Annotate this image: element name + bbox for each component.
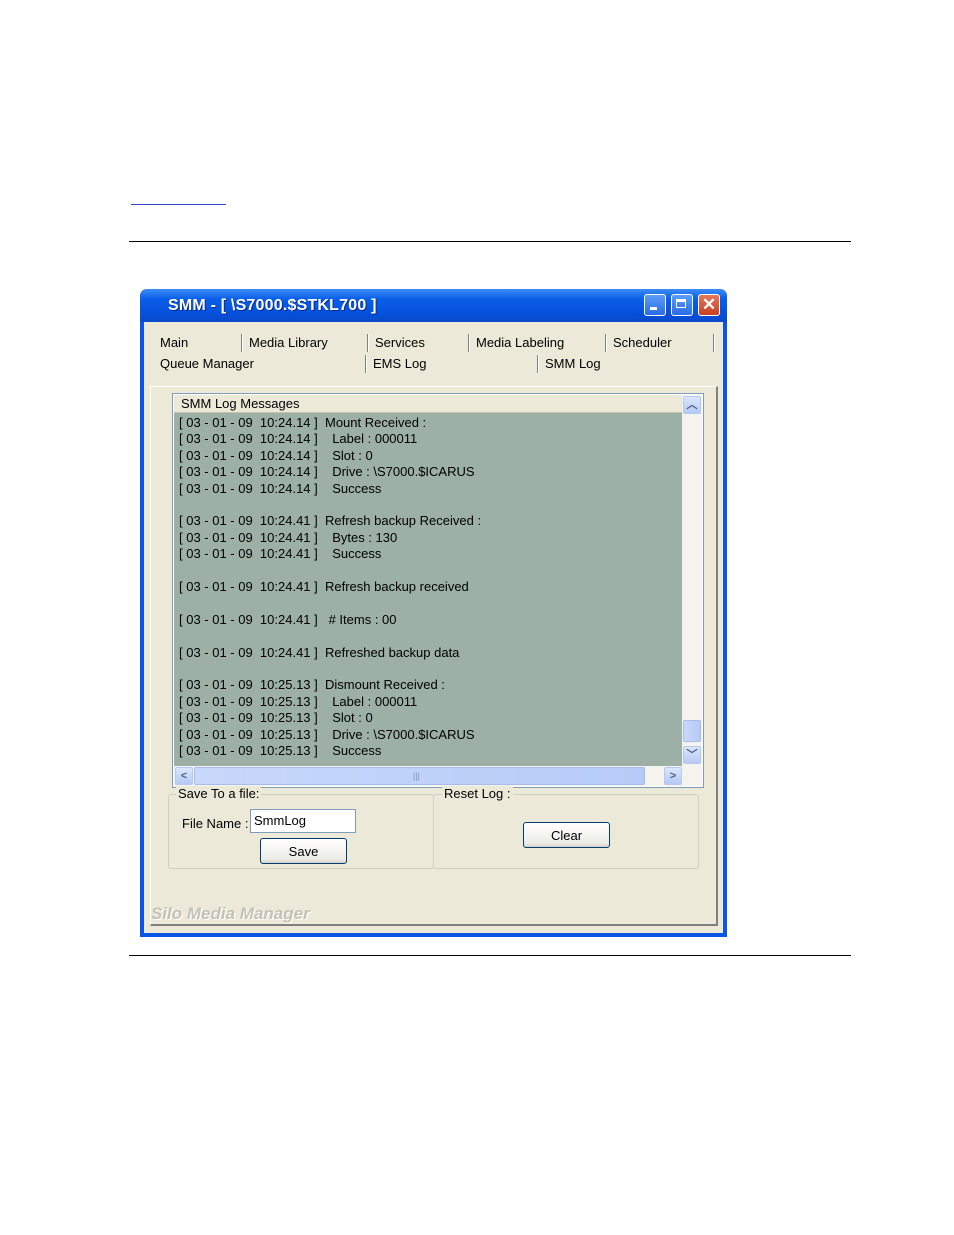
clear-button[interactable]: Clear xyxy=(523,822,610,848)
tab-media-library[interactable]: Media Library xyxy=(249,333,328,353)
scroll-down-icon[interactable]: ﹀ xyxy=(683,746,701,764)
grip-icon: ||| xyxy=(413,771,421,781)
horizontal-scroll-thumb[interactable]: ||| xyxy=(194,767,645,785)
tab-separator xyxy=(367,334,369,352)
bottom-rule xyxy=(129,955,851,956)
smm-window: SMM - [ \S7000.$STKL700 ] ✕ Main Media L… xyxy=(140,289,727,937)
vertical-scrollbar[interactable]: ︿ ﹀ xyxy=(682,395,702,766)
tab-separator xyxy=(468,334,470,352)
save-button[interactable]: Save xyxy=(260,838,347,864)
log-line: [ 03 - 01 - 09 10:24.41 ] Refresh backup… xyxy=(179,513,482,529)
log-line: [ 03 - 01 - 09 10:25.13 ] Label : 000011 xyxy=(179,693,418,709)
minimize-button[interactable] xyxy=(644,294,666,316)
tab-queue-manager[interactable]: Queue Manager xyxy=(160,354,254,374)
tab-separator xyxy=(241,334,243,352)
log-line: [ 03 - 01 - 09 10:24.41 ] # Items : 00 xyxy=(179,611,397,627)
tab-separator xyxy=(365,355,367,373)
log-line: [ 03 - 01 - 09 10:24.14 ] Label : 000011 xyxy=(179,431,418,447)
tab-separator xyxy=(713,334,715,352)
file-name-label: File Name : xyxy=(182,816,249,831)
log-line: [ 03 - 01 - 09 10:25.13 ] Success xyxy=(179,743,382,758)
maximize-button[interactable] xyxy=(671,294,693,316)
log-line: [ 03 - 01 - 09 10:24.41 ] Refresh backup… xyxy=(179,579,469,594)
log-line: [ 03 - 01 - 09 10:24.41 ] Success xyxy=(179,546,382,562)
log-list[interactable]: SMM Log Messages [ 03 - 01 - 09 10:24.14… xyxy=(172,393,704,788)
log-line: [ 03 - 01 - 09 10:25.13 ] Slot : 0 xyxy=(179,710,373,726)
tab-smm-log[interactable]: SMM Log xyxy=(545,354,601,374)
file-name-input[interactable]: SmmLog xyxy=(250,809,356,833)
document-link[interactable] xyxy=(131,192,226,205)
log-line: [ 03 - 01 - 09 10:24.14 ] Drive : \S7000… xyxy=(179,464,475,480)
top-rule xyxy=(129,241,851,242)
close-icon: ✕ xyxy=(701,295,717,314)
tab-separator xyxy=(605,334,607,352)
log-line: [ 03 - 01 - 09 10:25.13 ] Dismount Recei… xyxy=(179,677,445,693)
save-to-file-group: Save To a file: File Name : SmmLog Save xyxy=(168,786,434,869)
log-line: [ 03 - 01 - 09 10:24.41 ] Refreshed back… xyxy=(179,644,460,660)
save-group-label: Save To a file: xyxy=(176,786,262,802)
reset-group-label: Reset Log : xyxy=(442,786,513,802)
tab-separator xyxy=(537,355,539,373)
window-title: SMM - [ \S7000.$STKL700 ] xyxy=(168,297,377,314)
log-messages[interactable]: [ 03 - 01 - 09 10:24.14 ] Mount Received… xyxy=(174,413,682,766)
tab-services[interactable]: Services xyxy=(375,333,425,353)
log-column-header[interactable]: SMM Log Messages xyxy=(174,395,682,413)
log-line: [ 03 - 01 - 09 10:24.14 ] Mount Received… xyxy=(179,415,427,430)
horizontal-scrollbar[interactable]: < ||| > xyxy=(174,766,702,786)
scroll-right-icon[interactable]: > xyxy=(664,767,682,785)
scroll-up-icon[interactable]: ︿ xyxy=(683,396,701,414)
tab-ems-log[interactable]: EMS Log xyxy=(373,354,426,374)
scroll-left-icon[interactable]: < xyxy=(175,767,193,785)
title-bar[interactable]: SMM - [ \S7000.$STKL700 ] ✕ xyxy=(140,289,727,322)
dialog-client: Main Media Library Services Media Labeli… xyxy=(144,322,723,933)
tab-media-labeling[interactable]: Media Labeling xyxy=(476,333,564,353)
log-line: [ 03 - 01 - 09 10:24.14 ] Success xyxy=(179,480,382,496)
close-button[interactable]: ✕ xyxy=(698,294,720,316)
footer-brand: Silo Media Manager xyxy=(151,904,310,923)
tab-scheduler[interactable]: Scheduler xyxy=(613,333,672,353)
log-line: [ 03 - 01 - 09 10:24.41 ] Bytes : 130 xyxy=(179,529,398,545)
log-line: [ 03 - 01 - 09 10:24.14 ] Slot : 0 xyxy=(179,447,373,463)
vertical-scroll-thumb[interactable] xyxy=(683,720,701,742)
reset-log-group: Reset Log : Clear xyxy=(433,786,699,869)
tab-main[interactable]: Main xyxy=(160,333,188,353)
log-line: [ 03 - 01 - 09 10:25.13 ] Drive : \S7000… xyxy=(179,726,475,742)
